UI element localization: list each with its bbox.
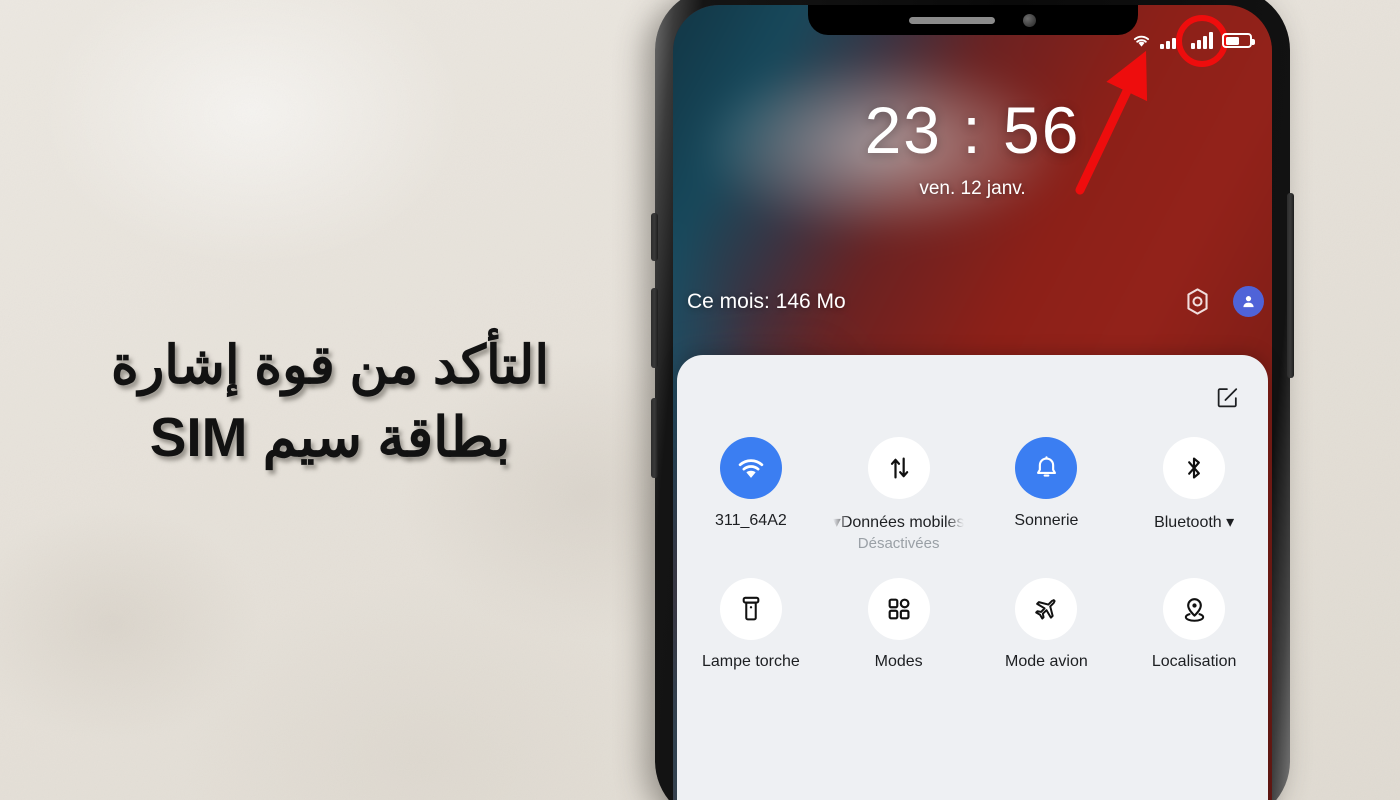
qs-tile-label: Lampe torche — [701, 653, 800, 670]
phone-notch — [807, 5, 1138, 35]
bluetooth-icon[interactable] — [1163, 437, 1226, 499]
qs-tile-label: Localisation — [1151, 653, 1237, 670]
wifi-icon — [1134, 35, 1150, 47]
qs-tile-flashlight[interactable]: Lampe torche — [677, 578, 825, 671]
qs-tile-wifi[interactable]: 311_64A2 — [677, 437, 825, 552]
signal-bars-sim2-highlighted — [1176, 14, 1229, 67]
volume-up-button[interactable] — [651, 213, 658, 261]
lockscreen-actions — [1182, 286, 1264, 317]
qs-tile-bluetooth[interactable]: Bluetooth ▾ — [1120, 437, 1268, 552]
phone-mockup: 23 : 56 ven. 12 janv. Ce mois: 146 Mo 31… — [651, 0, 1294, 800]
user-avatar-icon[interactable] — [1233, 286, 1264, 317]
signal-bars-icon-sim1 — [1160, 32, 1183, 49]
qs-tile-airplane-mode[interactable]: Mode avion — [973, 578, 1121, 671]
hexagon-settings-icon[interactable] — [1182, 286, 1213, 317]
flashlight-icon[interactable] — [719, 578, 782, 640]
quick-settings-grid: 311_64A2 ▾Données mobiles Désactivées So… — [677, 437, 1268, 671]
caption-line-2: بطاقة سيم SIM — [149, 406, 511, 469]
qs-tile-label: Mode avion — [1005, 653, 1088, 670]
screenshot-stage: التأكد من قوة إشارة بطاقة سيم SIM 23: 5… — [0, 0, 1400, 800]
battery-level-fill — [1225, 36, 1239, 45]
speaker-grille-icon — [909, 16, 995, 24]
battery-icon — [1222, 33, 1255, 48]
front-camera-icon — [1023, 13, 1036, 27]
signal-bars-icon-sim2 — [1191, 32, 1213, 49]
qs-tile-label: Modes — [874, 653, 923, 670]
qs-tile-label: Bluetooth ▾ — [1154, 514, 1235, 531]
qs-tile-modes[interactable]: Modes — [825, 578, 973, 671]
data-usage-text: Ce mois: 146 Mo — [687, 289, 846, 313]
lockscreen-clock-block: 23 : 56 ven. 12 janv. — [655, 92, 1290, 200]
qs-tile-location[interactable]: Localisation — [1120, 578, 1268, 671]
clock-date: ven. 12 janv. — [919, 178, 1026, 199]
status-bar — [1132, 14, 1255, 67]
qs-tile-label: Sonnerie — [1014, 512, 1079, 529]
clock-time: 23 : 56 — [864, 93, 1081, 167]
bell-icon[interactable] — [1015, 437, 1078, 499]
data-usage-row: Ce mois: 146 Mo — [655, 286, 1290, 317]
mute-button[interactable] — [651, 398, 658, 478]
wifi-icon[interactable] — [719, 437, 782, 499]
qs-tile-label: 311_64A2 — [714, 512, 787, 529]
qs-tile-sublabel: Désactivées — [857, 535, 940, 552]
red-pointer-arrow — [1075, 50, 1148, 195]
grid-modes-icon[interactable] — [867, 578, 930, 640]
qs-tile-ringer[interactable]: Sonnerie — [973, 437, 1121, 552]
location-pin-icon[interactable] — [1163, 578, 1226, 640]
qs-tile-mobile-data[interactable]: ▾Données mobiles Désactivées — [825, 437, 973, 552]
airplane-icon[interactable] — [1015, 578, 1078, 640]
mobile-data-icon[interactable] — [867, 437, 930, 499]
quick-settings-panel: 311_64A2 ▾Données mobiles Désactivées So… — [677, 355, 1268, 800]
edit-pencil-square-icon[interactable] — [1215, 385, 1240, 410]
qs-tile-label: ▾Données mobiles — [832, 514, 965, 531]
caption-line-1: التأكد من قوة إشارة — [110, 336, 550, 395]
arabic-caption: التأكد من قوة إشارة بطاقة سيم SIM — [40, 330, 620, 475]
